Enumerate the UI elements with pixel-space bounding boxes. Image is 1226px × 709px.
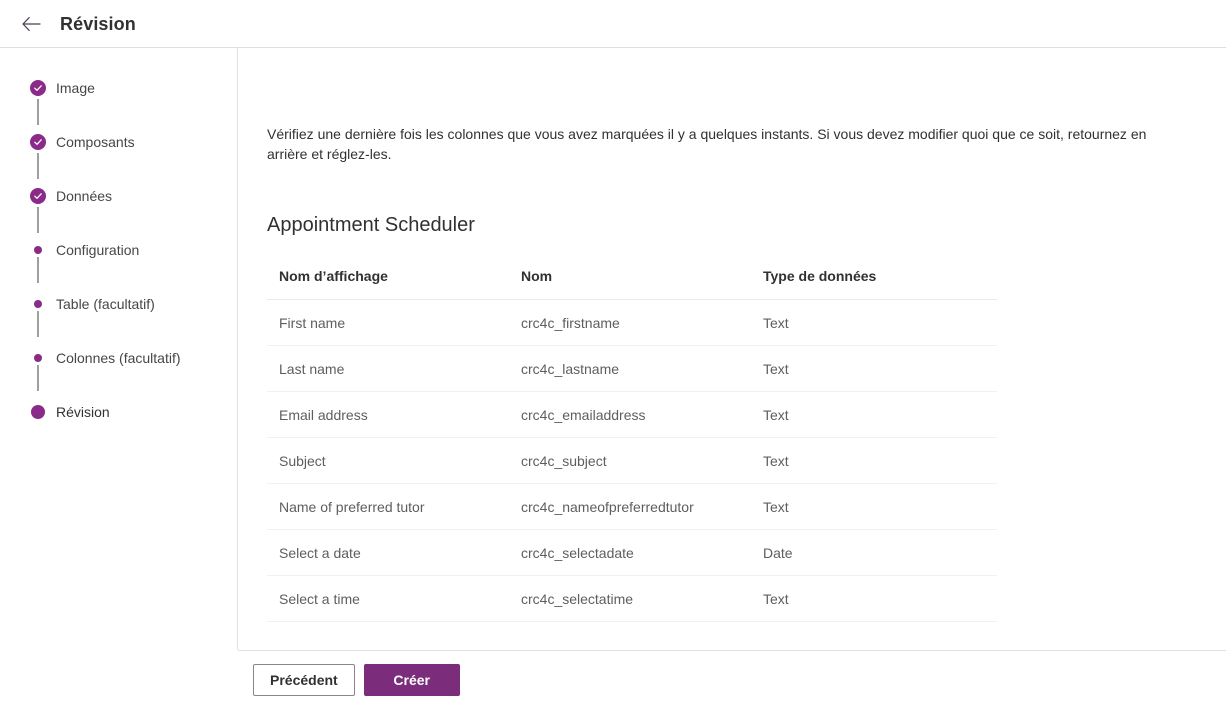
- column-header-name: Nom: [509, 266, 751, 300]
- wizard-sidebar: Image Composants Données Configuration T…: [0, 48, 238, 650]
- step-connector: [37, 207, 39, 233]
- cell-data-type: Text: [751, 345, 997, 392]
- cell-display-name: First name: [267, 299, 509, 346]
- cell-name: crc4c_selectatime: [509, 575, 751, 622]
- sidebar-step-donnees[interactable]: Données: [0, 186, 237, 240]
- cell-display-name: Select a time: [267, 575, 509, 622]
- sidebar-step-composants[interactable]: Composants: [0, 132, 237, 186]
- cell-data-type: Text: [751, 437, 997, 484]
- cell-data-type: Text: [751, 391, 997, 438]
- step-marker-column: [30, 402, 46, 419]
- step-dot-icon: [34, 354, 42, 362]
- page-body: Image Composants Données Configuration T…: [0, 48, 1226, 709]
- cell-display-name: Email address: [267, 391, 509, 438]
- step-marker-column: [30, 240, 46, 285]
- cell-display-name: Name of preferred tutor: [267, 483, 509, 530]
- cell-display-name: Select a date: [267, 529, 509, 576]
- step-marker-column: [30, 78, 46, 127]
- column-header-data-type: Type de données: [751, 266, 997, 300]
- step-complete-check-icon: [30, 134, 46, 150]
- step-complete-check-icon: [30, 80, 46, 96]
- section-title: Appointment Scheduler: [267, 214, 475, 236]
- cell-data-type: Text: [751, 299, 997, 346]
- step-connector: [37, 365, 39, 391]
- back-button[interactable]: [15, 8, 47, 40]
- cell-data-type: Date: [751, 529, 997, 576]
- cell-name: crc4c_subject: [509, 437, 751, 484]
- step-current-dot-icon: [31, 405, 45, 419]
- step-connector: [37, 99, 39, 125]
- table-body: First name crc4c_firstname Text Last nam…: [267, 299, 997, 622]
- table-row: First name crc4c_firstname Text: [267, 299, 997, 346]
- step-dot-icon: [34, 246, 42, 254]
- table-header-row: Nom d’affichage Nom Type de données: [267, 266, 997, 300]
- arrow-left-icon: [21, 16, 41, 32]
- cell-name: crc4c_lastname: [509, 345, 751, 392]
- wizard-footer: Précédent Créer: [238, 650, 1226, 709]
- sidebar-step-label: Image: [56, 80, 95, 96]
- sidebar-step-configuration[interactable]: Configuration: [0, 240, 237, 294]
- column-header-display-name: Nom d’affichage: [267, 266, 509, 300]
- table-row: Select a date crc4c_selectadate Date: [267, 529, 997, 576]
- cell-name: crc4c_firstname: [509, 299, 751, 346]
- sidebar-step-label: Révision: [56, 404, 110, 420]
- cell-name: crc4c_nameofpreferredtutor: [509, 483, 751, 530]
- sidebar-step-image[interactable]: Image: [0, 78, 237, 132]
- step-connector: [37, 257, 39, 283]
- step-dot-icon: [34, 300, 42, 308]
- step-marker-column: [30, 294, 46, 339]
- step-connector: [37, 153, 39, 179]
- step-connector: [37, 311, 39, 337]
- create-button[interactable]: Créer: [363, 664, 460, 696]
- columns-table: Nom d’affichage Nom Type de données Firs…: [267, 266, 997, 622]
- step-marker-column: [30, 132, 46, 181]
- table-row: Name of preferred tutor crc4c_nameofpref…: [267, 483, 997, 530]
- table-row: Select a time crc4c_selectatime Text: [267, 575, 997, 622]
- sidebar-step-label: Composants: [56, 134, 135, 150]
- cell-name: crc4c_selectadate: [509, 529, 751, 576]
- cell-data-type: Text: [751, 575, 997, 622]
- sidebar-step-label: Colonnes (facultatif): [56, 350, 181, 366]
- step-marker-column: [30, 348, 46, 393]
- cell-display-name: Subject: [267, 437, 509, 484]
- step-complete-check-icon: [30, 188, 46, 204]
- sidebar-step-revision[interactable]: Révision: [0, 402, 237, 432]
- wizard-step-list: Image Composants Données Configuration T…: [0, 78, 237, 432]
- table-row: Last name crc4c_lastname Text: [267, 345, 997, 392]
- table-header: Nom d’affichage Nom Type de données: [267, 266, 997, 300]
- sidebar-step-colonnes[interactable]: Colonnes (facultatif): [0, 348, 237, 402]
- review-description: Vérifiez une dernière fois les colonnes …: [267, 126, 1147, 162]
- sidebar-step-label: Table (facultatif): [56, 296, 155, 312]
- sidebar-step-label: Configuration: [56, 242, 140, 258]
- cell-display-name: Last name: [267, 345, 509, 392]
- cell-name: crc4c_emailaddress: [509, 391, 751, 438]
- previous-button[interactable]: Précédent: [253, 664, 355, 696]
- page-title: Révision: [60, 13, 136, 34]
- sidebar-step-label: Données: [56, 188, 113, 204]
- sidebar-step-table[interactable]: Table (facultatif): [0, 294, 237, 348]
- page-header: Révision: [0, 0, 1226, 48]
- step-marker-column: [30, 186, 46, 235]
- table-row: Email address crc4c_emailaddress Text: [267, 391, 997, 438]
- cell-data-type: Text: [751, 483, 997, 530]
- main-inner: Vérifiez une dernière fois les colonnes …: [238, 48, 1226, 622]
- table-row: Subject crc4c_subject Text: [267, 437, 997, 484]
- main-content: Vérifiez une dernière fois les colonnes …: [238, 48, 1226, 650]
